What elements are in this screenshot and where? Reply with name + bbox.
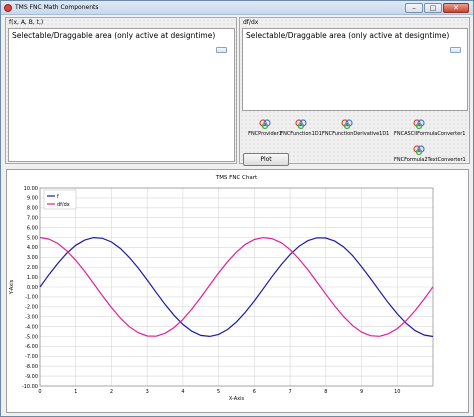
derivative-area-text: Selectable/Draggable area (only active a… bbox=[246, 31, 450, 40]
component-fnc-derivative[interactable]: FNCFunctionDerivative1D1 bbox=[322, 118, 390, 137]
function-area-text: Selectable/Draggable area (only active a… bbox=[12, 31, 216, 40]
chart-panel[interactable]: TMS FNC Chart 10.00 9.00 8.00 7.00 6.00 5.00 4.… bbox=[6, 169, 469, 413]
component-label: FNCFunctionDerivative1D1 bbox=[322, 131, 390, 137]
y-tick-label: -1.00 bbox=[25, 295, 38, 301]
app-icon bbox=[4, 4, 12, 12]
component-label: FNCASCIIFormulaConverter1 bbox=[394, 131, 466, 137]
y-tick-label: 5.00 bbox=[27, 235, 38, 241]
x-tick-label: 6 bbox=[253, 389, 256, 395]
maximize-button[interactable]: □ bbox=[424, 3, 442, 13]
window-title: TMS FNC Math Components bbox=[15, 4, 99, 11]
component-icon bbox=[413, 145, 425, 156]
y-tick-label: 6.00 bbox=[27, 225, 38, 231]
function-editor-area[interactable]: Selectable/Draggable area (only active a… bbox=[8, 28, 235, 162]
y-tick-label: -8.00 bbox=[25, 364, 38, 370]
chart-title: TMS FNC Chart bbox=[215, 175, 258, 181]
y-tick-label: 0.00 bbox=[27, 285, 38, 291]
y-tick-label: -6.00 bbox=[25, 344, 38, 350]
x-tick-label: 2 bbox=[110, 389, 113, 395]
x-tick-label: 5 bbox=[217, 389, 220, 395]
component-icon bbox=[341, 119, 353, 130]
component-label: FNCFormula2TextConverter1 bbox=[394, 157, 466, 163]
left-panel: f(x, A, B, t,) Selectable/Draggable area… bbox=[5, 17, 237, 164]
legend-entry: f bbox=[57, 194, 59, 200]
y-tick-label: -7.00 bbox=[25, 354, 38, 360]
y-tick-label: 7.00 bbox=[27, 216, 38, 222]
line-chart: TMS FNC Chart10.009.008.007.006.005.004.… bbox=[9, 175, 434, 402]
component-fnc-ascii-converter[interactable]: FNCASCIIFormulaConverter1 bbox=[394, 118, 466, 137]
derivative-editor-area[interactable]: Selectable/Draggable area (only active a… bbox=[242, 28, 468, 111]
y-tick-label: 1.00 bbox=[27, 275, 38, 281]
y-tick-label: 9.00 bbox=[27, 196, 38, 202]
x-tick-label: 8 bbox=[324, 389, 327, 395]
component-icon bbox=[295, 119, 307, 130]
component-icon bbox=[413, 119, 425, 130]
component-fnc-text-converter[interactable]: FNCFormula2TextConverter1 bbox=[394, 144, 466, 163]
x-tick-label: 10 bbox=[394, 389, 400, 395]
x-tick-label: 1 bbox=[74, 389, 77, 395]
y-tick-label: 2.00 bbox=[27, 265, 38, 271]
minimize-button[interactable]: – bbox=[405, 3, 423, 13]
y-tick-label: -3.00 bbox=[25, 315, 38, 321]
derivative-label: df/dx bbox=[243, 19, 259, 26]
y-tick-label: -2.00 bbox=[25, 305, 38, 311]
main-window: TMS FNC Math Components – □ ✕ f(x, A, B,… bbox=[0, 0, 474, 417]
derivative-area-button[interactable] bbox=[450, 47, 461, 53]
y-tick-label: -10.00 bbox=[22, 384, 38, 390]
close-button[interactable]: ✕ bbox=[443, 3, 469, 13]
plot-button[interactable]: Plot bbox=[243, 153, 289, 166]
y-tick-label: 3.00 bbox=[27, 255, 38, 261]
function-area-button[interactable] bbox=[216, 47, 227, 53]
component-label: FNCFunction1D1 bbox=[280, 131, 322, 137]
x-tick-label: 3 bbox=[146, 389, 149, 395]
y-axis-label: Y-Axis bbox=[9, 279, 15, 295]
x-tick-label: 7 bbox=[288, 389, 291, 395]
component-icon bbox=[259, 119, 271, 130]
legend-entry: df/dx bbox=[57, 202, 70, 208]
function-label: f(x, A, B, t,) bbox=[9, 19, 44, 26]
y-tick-label: -5.00 bbox=[25, 334, 38, 340]
y-tick-label: 8.00 bbox=[27, 206, 38, 212]
x-tick-label: 9 bbox=[360, 389, 363, 395]
right-panel: df/dx Selectable/Draggable area (only ac… bbox=[239, 17, 470, 164]
component-fnc-function[interactable]: FNCFunction1D1 bbox=[276, 118, 326, 137]
x-tick-label: 0 bbox=[38, 389, 41, 395]
title-bar[interactable]: TMS FNC Math Components – □ ✕ bbox=[1, 1, 473, 15]
x-tick-label: 4 bbox=[181, 389, 184, 395]
y-tick-label: 4.00 bbox=[27, 245, 38, 251]
y-tick-label: 10.00 bbox=[24, 186, 38, 192]
y-tick-label: -4.00 bbox=[25, 324, 38, 330]
x-axis-label: X-Axis bbox=[229, 396, 245, 402]
y-tick-label: -9.00 bbox=[25, 374, 38, 380]
